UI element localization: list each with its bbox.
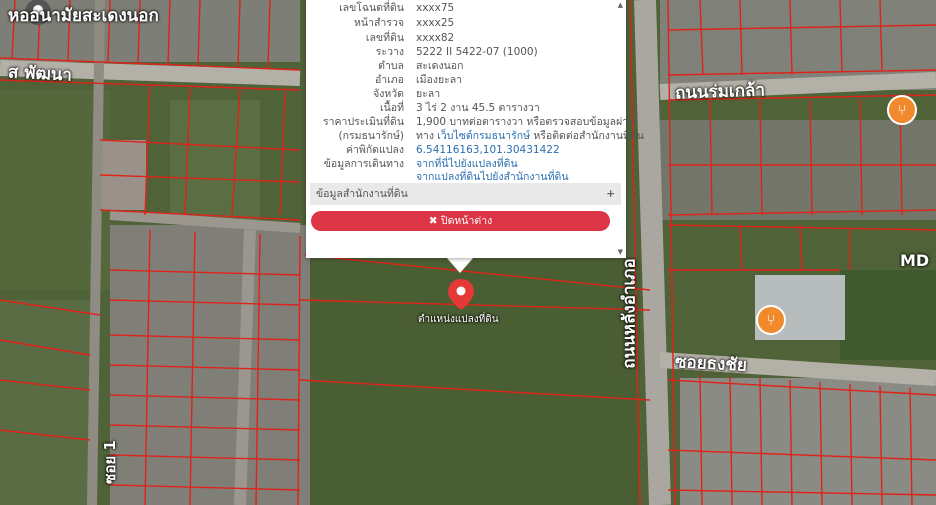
map-label-md: MD: [900, 251, 930, 270]
restaurant-poi-icon[interactable]: ⑂: [887, 95, 917, 125]
road-label-soi-1: ซอย 1: [100, 440, 119, 484]
close-window-button[interactable]: ✖ ปิดหน้าต่าง: [311, 211, 610, 231]
road-label-top-left: ส พัฒนา: [7, 62, 73, 86]
pin-label: ตำแหน่งแปลงที่ดิน: [418, 314, 499, 325]
scroll-up-icon[interactable]: ▲: [618, 1, 623, 9]
parcel-info-popup: ▲ เลขโฉนดที่ดิน xxxx75 หน้าสำรวจ xxxx25 …: [306, 0, 644, 258]
land-office-info-toggle[interactable]: ข้อมูลสำนักงานที่ดิน +: [310, 183, 621, 205]
place-label-health-station: หออนามัยสะเดงนอก: [8, 6, 159, 26]
restaurant-poi-icon[interactable]: ⑂: [756, 305, 786, 335]
coordinates-link[interactable]: 6.54116163,101.30431422: [416, 143, 616, 158]
road-label-vertical: ถนนหลังอำเภอ: [619, 258, 640, 369]
road-label-romklao: ถนนร่มเกล้า: [674, 80, 766, 104]
treasury-website-link[interactable]: เว็บไซต์กรมธนารักษ์: [437, 130, 530, 142]
road-label-soi-thongchai: ซอยธงชัย: [674, 352, 748, 376]
scroll-down-icon[interactable]: ▼: [618, 248, 623, 256]
plus-icon: +: [606, 188, 615, 200]
popup-arrow: [446, 257, 474, 273]
